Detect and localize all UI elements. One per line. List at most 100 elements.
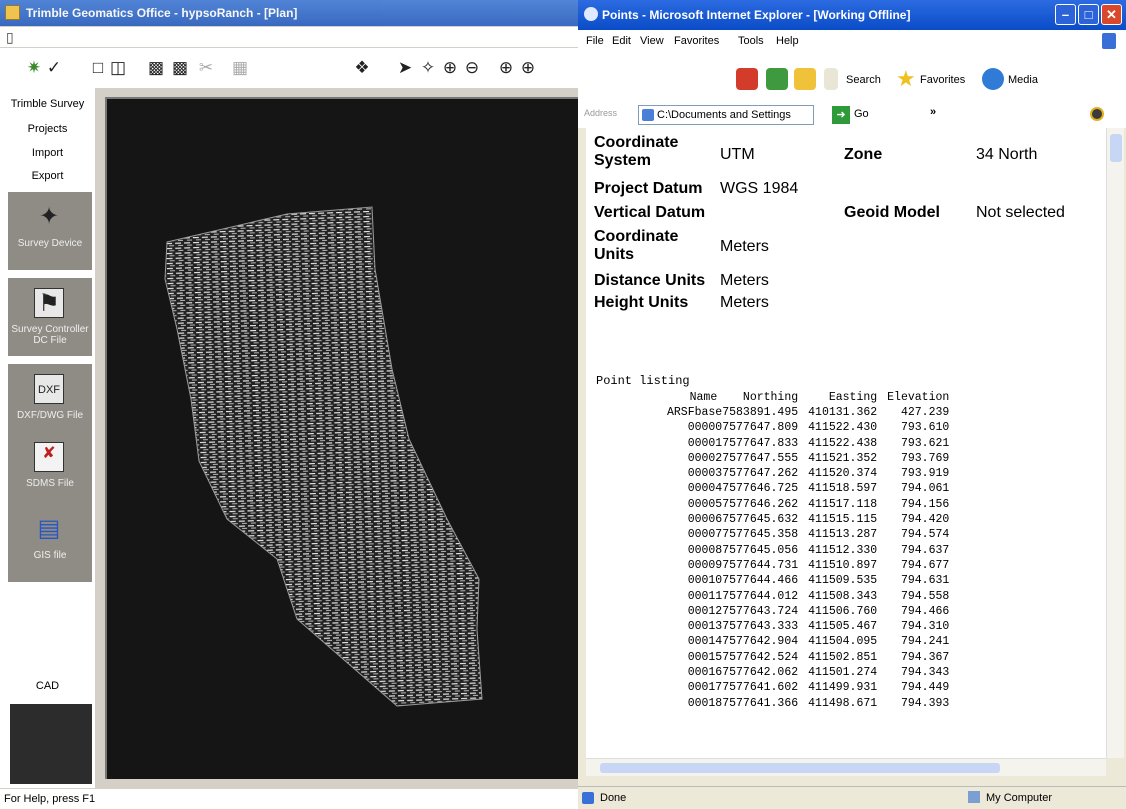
col-name-header: Name [689,391,718,404]
elevation-cell: 794.677 [900,558,950,572]
easting-cell: 411510.897 [808,558,878,572]
document-menu-icon[interactable]: ▯ [6,29,14,46]
media-button[interactable]: Media [1008,74,1038,86]
chevron-more-icon[interactable]: » [930,106,936,118]
sidebar-export[interactable]: Export [0,170,95,182]
survey-pen-icon[interactable]: ✷ [24,58,44,78]
tile-label: SDMS File [26,478,74,489]
tgo-window: Trimble Geomatics Office - hypsoRanch - … [0,0,579,809]
go-button[interactable]: Go [854,108,869,120]
table-row: 00018 7577641.366 411498.671 794.393 [662,696,954,711]
addon-icon[interactable] [1090,107,1104,121]
sidebar-tile-sdms[interactable]: ✘ SDMS File [8,432,92,510]
sidebar-tile-dxf-dwg[interactable]: DXF DXF/DWG File [8,364,92,442]
open-folder-icon[interactable]: ◫ [108,58,128,78]
point-name-cell: 00008 [687,543,723,557]
menu-favorites[interactable]: Favorites [674,35,719,47]
sidebar-tile-survey-controller[interactable]: ⚑ Survey Controller DC File [8,278,92,356]
point-name-cell: 00015 [687,650,723,664]
sidebar-import[interactable]: Import [0,147,95,159]
menu-file[interactable]: File [586,35,604,47]
menu-view[interactable]: View [640,35,664,47]
tile-label: GIS file [33,550,67,561]
easting-cell: 411515.115 [808,513,878,527]
zoom-in-icon[interactable]: ⊕ [440,58,460,78]
tile-label: Survey Controller DC File [11,324,89,346]
refresh-icon[interactable] [766,68,788,90]
zone-value: 34 North [976,146,1038,163]
menu-edit[interactable]: Edit [612,35,631,47]
select-pointer-icon[interactable]: ➤ [395,58,415,78]
favorites-button[interactable]: Favorites [920,74,965,86]
plan-view-canvas[interactable] [105,97,579,779]
table-header-row: Name Northing Easting Elevation [662,390,954,405]
easting-cell: 411513.287 [808,528,878,542]
northing-cell: 7577645.056 [722,543,799,557]
minimize-icon[interactable]: – [1055,4,1076,25]
media-icon[interactable] [982,68,1004,90]
northing-cell: 7577644.012 [722,589,799,603]
horizontal-scrollbar[interactable] [586,758,1106,776]
northing-cell: 7577647.809 [722,421,799,435]
sidebar-tile-gis[interactable]: ▤ GIS file [8,504,92,582]
ie-menu-bar: File Edit View Favorites Tools Help [578,30,1126,54]
elevation-cell: 794.393 [900,696,950,710]
print-preview-icon[interactable]: ▩ [170,58,190,78]
done-page-icon [582,792,594,804]
new-file-icon[interactable]: □ [88,58,108,78]
dxf-dwg-icon: DXF [34,374,64,404]
elevation-cell: 794.631 [900,574,950,588]
edit-icon[interactable]: ✓ [44,58,64,78]
height-units-value: Meters [720,294,769,311]
ie-title-bar[interactable]: Points - Microsoft Internet Explorer - [… [578,0,1126,30]
point-name-cell: 00004 [687,482,723,496]
vertical-scroll-thumb[interactable] [1110,134,1122,162]
point-name-cell: 00001 [687,436,723,450]
ie-app-icon [584,7,598,21]
geoid-model-label: Geoid Model [844,204,940,221]
menu-help[interactable]: Help [776,35,799,47]
search-button[interactable]: Search [846,74,881,86]
horizontal-scroll-thumb[interactable] [600,763,1000,773]
zone-label: Zone [844,146,883,163]
home-icon[interactable] [794,68,816,90]
print-icon[interactable]: ▩ [146,58,166,78]
sidebar-cad[interactable]: CAD [0,680,95,692]
paste-icon[interactable]: ▦ [230,58,250,78]
sidebar-tile-survey-device[interactable]: ✦ Survey Device [8,192,92,270]
table-row: 00014 7577642.904 411504.095 794.241 [662,634,954,649]
northing-cell: 7577642.062 [722,666,799,680]
page-icon [642,109,654,121]
vertical-datum-label: Vertical Datum [594,204,706,221]
tgo-title-bar[interactable]: Trimble Geomatics Office - hypsoRanch - … [0,0,578,26]
elevation-cell: 794.241 [900,635,950,649]
table-row: 00000 7577647.809 411522.430 793.610 [662,420,954,435]
go-arrow-icon[interactable]: ➜ [832,106,850,124]
stop-icon[interactable] [736,68,758,90]
table-row: 00013 7577643.333 411505.467 794.310 [662,619,954,634]
sidebar-trimble-survey[interactable]: Trimble Survey [0,98,95,110]
tgo-toolbar: ✷ ✓ □ ◫ ▩ ▩ ✂ ▦ ❖ ➤ ✧ ⊕ ⊖ ⊕ ⊕ [0,48,578,88]
col-northing-header: Northing [742,391,799,404]
elevation-cell: 794.420 [900,513,950,527]
favorites-star-icon[interactable]: ★ [896,66,916,92]
zoom-out-icon[interactable]: ⊖ [462,58,482,78]
info-icon[interactable]: ❖ [352,58,372,78]
coord-units-value: Meters [720,238,769,255]
maximize-icon[interactable]: □ [1078,4,1099,25]
cut-icon[interactable]: ✂ [196,58,216,78]
northing-cell: 7577641.366 [722,696,799,710]
close-icon[interactable]: ✕ [1101,4,1122,25]
search-glass-icon[interactable] [824,68,838,90]
zoom-window-icon[interactable]: ⊕ [496,58,516,78]
point-name-cell: 00016 [687,666,723,680]
menu-tools[interactable]: Tools [738,35,764,47]
address-input[interactable]: C:\Documents and Settings [638,105,814,125]
point-name-cell: 00007 [687,528,723,542]
survey-point-area [164,206,483,707]
vertical-scrollbar[interactable] [1106,128,1124,758]
gis-icon: ▤ [37,515,61,542]
pan-icon[interactable]: ✧ [418,58,438,78]
sidebar-projects[interactable]: Projects [0,123,95,135]
zoom-extents-icon[interactable]: ⊕ [518,58,538,78]
